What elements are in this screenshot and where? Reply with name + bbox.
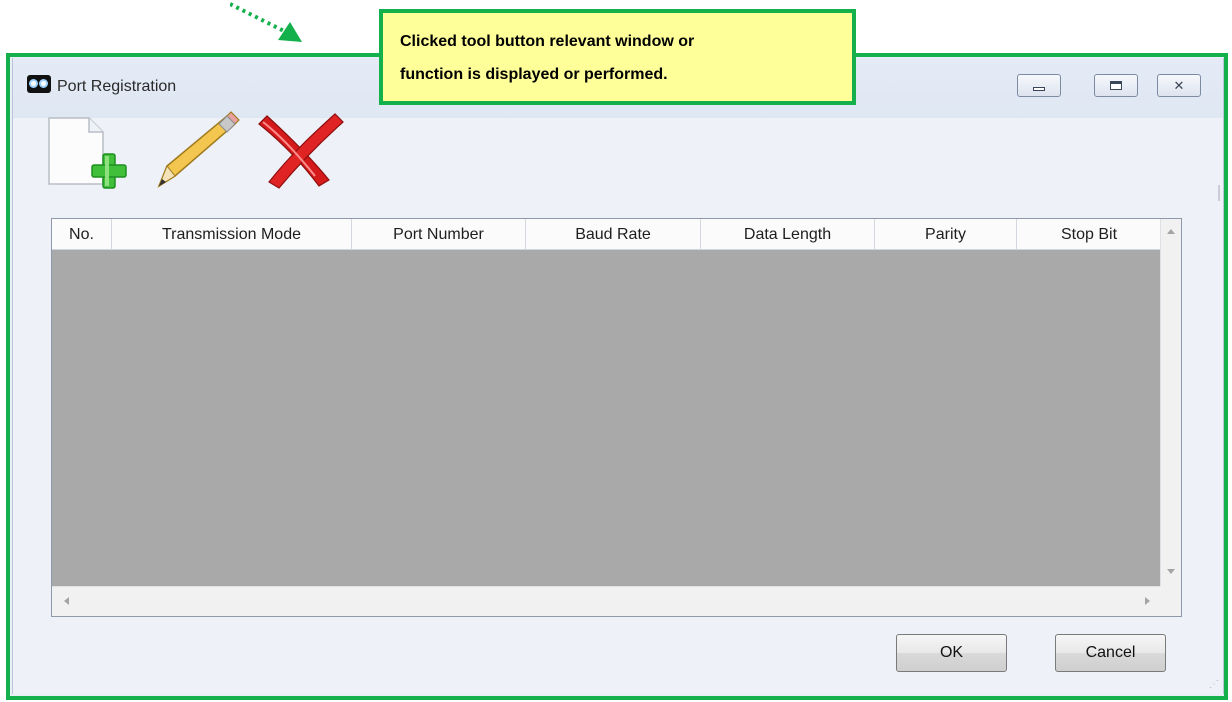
- grid-header: No. Transmission Mode Port Number Baud R…: [52, 219, 1162, 250]
- annotation-line-1: Clicked tool button relevant window or: [400, 33, 695, 50]
- scroll-left-icon[interactable]: [64, 597, 69, 605]
- column-header-parity[interactable]: Parity: [875, 219, 1017, 250]
- new-document-plus-icon[interactable]: [43, 110, 139, 190]
- scroll-right-icon[interactable]: [1145, 597, 1150, 605]
- column-header-data-length[interactable]: Data Length: [701, 219, 875, 250]
- column-header-port-number[interactable]: Port Number: [352, 219, 526, 250]
- annotation-line-2: function is displayed or performed.: [400, 66, 668, 83]
- minimize-button[interactable]: [1017, 74, 1061, 97]
- screenshot-stage: Port Registration ✕ No. Transmission Mod…: [0, 0, 1232, 702]
- divider: [1218, 185, 1220, 201]
- column-header-transmission-mode[interactable]: Transmission Mode: [112, 219, 352, 250]
- maximize-button[interactable]: [1094, 74, 1138, 97]
- port-grid[interactable]: No. Transmission Mode Port Number Baud R…: [51, 218, 1182, 617]
- column-header-baud-rate[interactable]: Baud Rate: [526, 219, 701, 250]
- close-icon: ✕: [1173, 77, 1185, 93]
- resize-grip-icon[interactable]: ⋰: [1209, 679, 1219, 690]
- annotation-callout: Clicked tool button relevant window or f…: [379, 9, 856, 105]
- app-icon: [27, 75, 51, 93]
- port-registration-window: Port Registration ✕ No. Transmission Mod…: [12, 58, 1224, 694]
- scroll-down-icon[interactable]: [1167, 569, 1175, 574]
- scrollbar-corner: [1160, 586, 1181, 616]
- horizontal-scrollbar[interactable]: [52, 586, 1162, 616]
- cancel-button[interactable]: Cancel: [1055, 634, 1166, 672]
- pencil-icon[interactable]: [147, 110, 243, 190]
- ok-button[interactable]: OK: [896, 634, 1007, 672]
- red-x-icon[interactable]: [249, 110, 345, 190]
- close-button[interactable]: ✕: [1157, 74, 1201, 97]
- toolbar: [43, 110, 363, 190]
- annotation-arrow-icon: [230, 2, 302, 42]
- column-header-stop-bit[interactable]: Stop Bit: [1017, 219, 1162, 250]
- minimize-icon: [1033, 86, 1045, 91]
- vertical-scrollbar[interactable]: [1160, 219, 1181, 586]
- column-header-no[interactable]: No.: [52, 219, 112, 250]
- maximize-icon: [1110, 81, 1122, 90]
- scroll-up-icon[interactable]: [1167, 229, 1175, 234]
- window-title: Port Registration: [57, 78, 177, 95]
